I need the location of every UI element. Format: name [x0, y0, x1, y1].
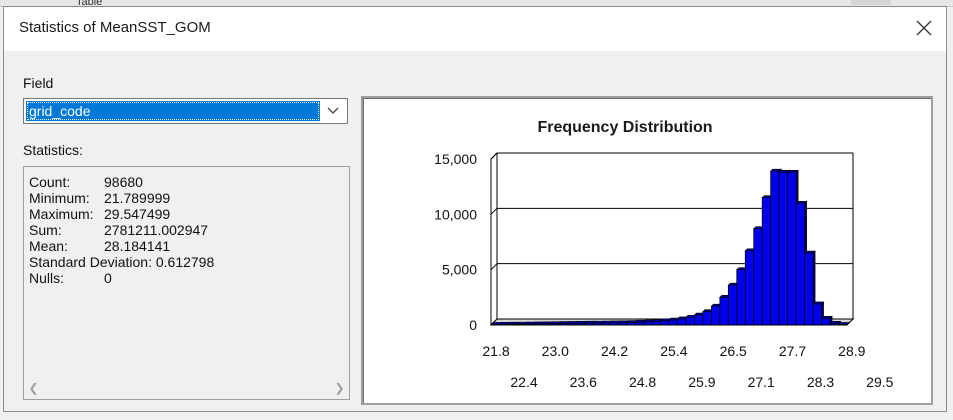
- x-tick-label: 24.2: [601, 343, 628, 359]
- stat-key: Sum:: [29, 222, 62, 238]
- stat-value: 98680: [104, 174, 143, 190]
- stat-value: 2781211.002947: [104, 222, 209, 238]
- stat-key: Nulls:: [29, 270, 65, 286]
- x-tick-label: 28.9: [838, 343, 865, 359]
- horizontal-scrollbar[interactable]: ❮ ❯: [25, 379, 348, 398]
- chevron-right-icon[interactable]: ❯: [331, 379, 348, 398]
- chart-title: Frequency Distribution: [537, 119, 712, 136]
- stat-row-minimum: Minimum: 21.789999: [29, 190, 170, 206]
- statistics-label: Statistics:: [23, 142, 83, 158]
- stat-key: Mean:: [29, 238, 68, 254]
- x-tick-label: 24.8: [629, 374, 656, 390]
- stat-key: Minimum:: [29, 190, 90, 206]
- background-window-controls: [851, 0, 891, 5]
- x-tick-label: 26.5: [720, 343, 747, 359]
- x-tick-label: 27.7: [779, 343, 806, 359]
- statistics-dialog: Statistics of MeanSST_GOM Field grid_cod…: [3, 6, 947, 412]
- stat-key: Maximum:: [29, 206, 94, 222]
- close-icon: [916, 20, 932, 36]
- y-tick-label: 0: [469, 317, 477, 333]
- stat-row-count: Count: 98680: [29, 174, 143, 190]
- stat-key: Standard Deviation:: [29, 254, 152, 270]
- x-tick-label: 25.9: [688, 374, 715, 390]
- chevron-down-icon: [327, 107, 339, 114]
- stat-value: 0.612798: [155, 254, 215, 270]
- y-tick-label: 15,000: [434, 151, 477, 167]
- x-tick-label: 29.5: [866, 374, 893, 390]
- close-button[interactable]: [900, 7, 946, 51]
- stat-value: 21.789999: [104, 190, 171, 206]
- x-tick-label: 23.6: [570, 374, 597, 390]
- chevron-left-icon[interactable]: ❮: [25, 379, 42, 398]
- stat-key: Count:: [29, 174, 71, 190]
- y-tick-label: 5,000: [442, 262, 477, 278]
- x-tick-label: 23.0: [542, 343, 569, 359]
- stat-row-mean: Mean: 28.184141: [29, 238, 170, 254]
- frequency-distribution-chart: Frequency Distribution 15,000 10,000 5,000 0…: [434, 119, 893, 390]
- stat-value: 0: [104, 270, 112, 286]
- field-dropdown[interactable]: grid_code: [23, 98, 348, 124]
- statistics-textbox[interactable]: Count: 98680 Minimum: 21.789999 Maximum: 29…: [23, 166, 350, 400]
- stat-row-maximum: Maximum: 29.547499: [29, 206, 170, 222]
- title-bar: Statistics of MeanSST_GOM: [4, 7, 946, 51]
- stat-row-std-dev: Standard Deviation: 0.612798: [29, 254, 214, 270]
- stat-row-sum: Sum: 2781211.002947: [29, 222, 208, 238]
- stat-row-nulls: Nulls: 0: [29, 270, 112, 286]
- x-tick-label: 28.3: [807, 374, 834, 390]
- x-tick-label: 22.4: [510, 374, 537, 390]
- stat-value: 28.184141: [104, 238, 171, 254]
- dialog-title: Statistics of MeanSST_GOM: [19, 19, 211, 36]
- x-tick-label: 27.1: [748, 374, 775, 390]
- x-tick-label: 21.8: [482, 343, 509, 359]
- x-tick-label: 25.4: [660, 343, 687, 359]
- frequency-chart-panel: Frequency Distribution 15,000 10,000 5,000 0…: [361, 96, 933, 405]
- field-selected-value: grid_code: [26, 101, 320, 121]
- field-label: Field: [23, 75, 54, 91]
- y-tick-label: 10,000: [434, 206, 477, 222]
- stat-value: 29.547499: [104, 206, 171, 222]
